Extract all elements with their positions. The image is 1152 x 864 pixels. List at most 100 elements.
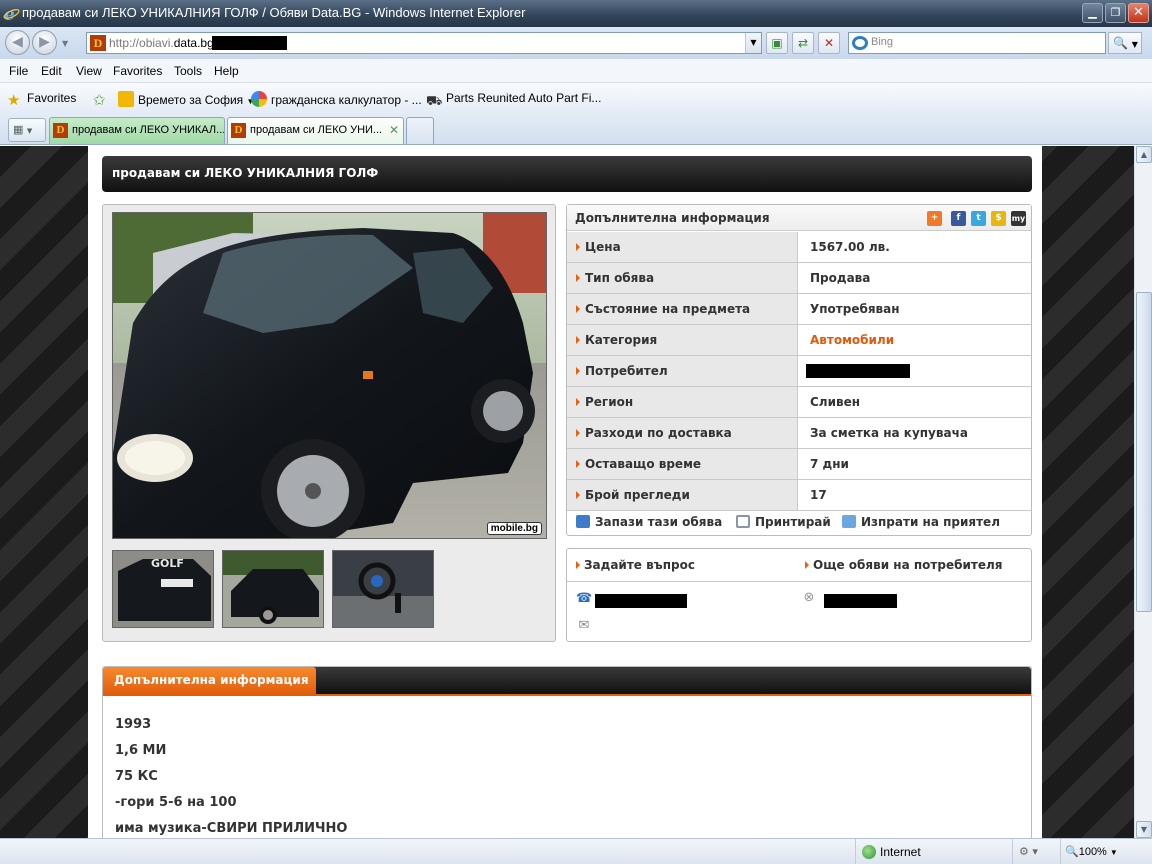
- page-viewport: продавам си ЛЕКО УНИКАЛНИЯ ГОЛФ mobile.b…: [0, 146, 1134, 838]
- search-button[interactable]: 🔍 ▼: [1108, 32, 1142, 54]
- scroll-up-icon[interactable]: ▲: [1136, 146, 1152, 163]
- window-title: продавам си ЛЕКО УНИКАЛНИЯ ГОЛФ / Обяви …: [22, 5, 526, 20]
- car-parts-icon: ⛟: [426, 93, 443, 108]
- new-tab-button[interactable]: [406, 117, 434, 144]
- weather-slice-icon: [118, 91, 134, 107]
- forward-button[interactable]: ▶: [32, 30, 57, 55]
- thumbnail-3[interactable]: [332, 550, 434, 628]
- detail-value: За сметка на купувача: [810, 426, 968, 440]
- tab-additional-info[interactable]: Допълнителна информация: [103, 667, 316, 696]
- thumbnail-1[interactable]: GOLF: [112, 550, 214, 628]
- address-url: http://obiavi.data.bg: [109, 36, 214, 50]
- description-line: 1,6 МИ: [115, 743, 167, 758]
- favorites-button[interactable]: ★ Favorites: [7, 91, 76, 109]
- favorite-link-parts[interactable]: ⛟ Parts Reunited Auto Part Fi...: [426, 91, 601, 109]
- description-header: Допълнителна информация: [103, 667, 1031, 696]
- detail-label: Брой прегледи: [567, 480, 798, 510]
- scrollbar-thumb[interactable]: [1136, 292, 1152, 612]
- detail-row-user: Потребител: [567, 356, 1031, 387]
- detail-value: 1567.00 лв.: [810, 240, 890, 254]
- favorite-link-label: гражданска калкулатор - ...: [271, 93, 422, 107]
- add-favorite-button[interactable]: ✩: [93, 91, 113, 109]
- search-field[interactable]: Bing: [848, 32, 1106, 54]
- main-photo[interactable]: mobile.bg: [112, 212, 547, 539]
- zoom-control[interactable]: 🔍100% ▼: [1060, 839, 1118, 864]
- description-line: 75 КС: [115, 769, 158, 784]
- divider: [567, 581, 1031, 582]
- globe-icon: [862, 845, 876, 859]
- favorite-link-calculator[interactable]: гражданска калкулатор - ...: [251, 91, 422, 107]
- send-to-friend-button[interactable]: Изпрати на приятел: [842, 515, 1000, 529]
- save-ad-button[interactable]: Запази тази обява: [576, 515, 722, 529]
- facebook-icon[interactable]: f: [951, 211, 966, 226]
- stop-icon[interactable]: ✕: [818, 32, 840, 54]
- tab-close-icon[interactable]: ✕: [389, 118, 399, 142]
- address-toolbar: ◀ ▶ ▼ D http://obiavi.data.bg ▼ ▣ ⇄ ✕ Bi…: [0, 27, 1152, 59]
- internet-explorer-icon: e: [3, 5, 20, 22]
- menu-favorites[interactable]: Favorites: [113, 64, 162, 78]
- car-photo-image: [113, 213, 546, 538]
- address-field[interactable]: D http://obiavi.data.bg ▼: [86, 32, 762, 54]
- status-bar: Internet ⚙ ▾ 🔍100% ▼: [0, 838, 1152, 864]
- plus-share-icon[interactable]: +: [927, 211, 942, 226]
- close-button[interactable]: ✕: [1128, 3, 1149, 23]
- tab-inactive[interactable]: D продавам си ЛЕКО УНИКАЛ...: [49, 117, 225, 144]
- email-icon[interactable]: ✉: [576, 619, 592, 633]
- menu-help[interactable]: Help: [214, 64, 239, 78]
- protected-mode-icon[interactable]: ⚙ ▾: [1012, 839, 1058, 864]
- tab-favicon: D: [53, 123, 68, 138]
- ask-question-link[interactable]: Задайте въпрос: [567, 549, 695, 581]
- menu-view[interactable]: View: [76, 64, 102, 78]
- tab-label: продавам си ЛЕКО УНИКАЛ...: [72, 124, 225, 136]
- minimize-button[interactable]: ▁: [1082, 3, 1103, 23]
- tab-bar: ▦ ▼ D продавам си ЛЕКО УНИКАЛ... D прода…: [0, 113, 1152, 145]
- print-label: Принтирай: [755, 515, 831, 529]
- back-button[interactable]: ◀: [5, 30, 30, 55]
- thumbnail-2[interactable]: [222, 550, 324, 628]
- bing-icon: [852, 36, 868, 50]
- tab-favicon: D: [231, 123, 246, 138]
- scroll-down-icon[interactable]: ▼: [1136, 821, 1152, 838]
- description-line: има музика-СВИРИ ПРИЛИЧНО: [115, 821, 348, 836]
- detail-row-category: Категория Автомобили: [567, 325, 1031, 356]
- tab-label: продавам си ЛЕКО УНИ...: [250, 124, 383, 136]
- zoom-icon: 🔍: [1065, 846, 1079, 858]
- zone-label: Internet: [880, 845, 921, 859]
- detail-row-views: Брой прегледи 17: [567, 480, 1031, 511]
- favorite-link-weather[interactable]: Времето за София ▼: [118, 91, 254, 107]
- detail-label: Оставащо време: [567, 449, 798, 479]
- delicious-icon[interactable]: $: [991, 211, 1006, 226]
- twitter-icon[interactable]: t: [971, 211, 986, 226]
- ad-title: продавам си ЛЕКО УНИКАЛНИЯ ГОЛФ: [102, 156, 1032, 192]
- history-dropdown-icon[interactable]: ▼: [62, 39, 68, 48]
- menu-tools[interactable]: Tools: [174, 64, 202, 78]
- address-dropdown-icon[interactable]: ▼: [745, 33, 761, 53]
- print-button[interactable]: Принтирай: [736, 515, 831, 529]
- thumbnail-image: GOLF: [113, 551, 213, 627]
- add-favorites-icon: ✩: [93, 92, 106, 109]
- more-user-ads-link[interactable]: Още обяви на потребителя: [796, 549, 1002, 581]
- category-link[interactable]: Автомобили: [810, 325, 894, 355]
- zoom-dropdown-icon: ▼: [1109, 848, 1118, 857]
- description-line: -гори 5-6 на 100: [115, 795, 237, 810]
- quick-tabs-button[interactable]: ▦ ▼: [8, 118, 46, 142]
- favorite-link-label: Времето за София: [138, 93, 244, 107]
- security-zone: Internet: [855, 839, 921, 864]
- photo-watermark: mobile.bg: [486, 522, 542, 535]
- compatibility-view-icon[interactable]: ▣: [766, 32, 788, 54]
- myspace-icon[interactable]: my: [1011, 211, 1026, 226]
- description-line: 1993: [115, 717, 152, 732]
- redacted-phone: [595, 594, 687, 608]
- search-icon: 🔍: [1113, 36, 1128, 50]
- detail-label: Състояние на предмета: [567, 294, 798, 324]
- menu-edit[interactable]: Edit: [41, 64, 62, 78]
- send-to-friend-label: Изпрати на приятел: [861, 515, 1000, 529]
- refresh-icon[interactable]: ⇄: [792, 32, 814, 54]
- menu-file[interactable]: File: [9, 64, 28, 78]
- seller-contact-panel: Задайте въпрос Още обяви на потребителя …: [566, 548, 1032, 642]
- vertical-scrollbar[interactable]: ▲ ▼: [1134, 146, 1152, 838]
- page-container: продавам си ЛЕКО УНИКАЛНИЯ ГОЛФ mobile.b…: [88, 146, 1042, 838]
- tab-active[interactable]: D продавам си ЛЕКО УНИ... ✕: [227, 117, 404, 144]
- restore-button[interactable]: ❐: [1105, 3, 1126, 23]
- search-options-icon: ▼: [1131, 40, 1138, 49]
